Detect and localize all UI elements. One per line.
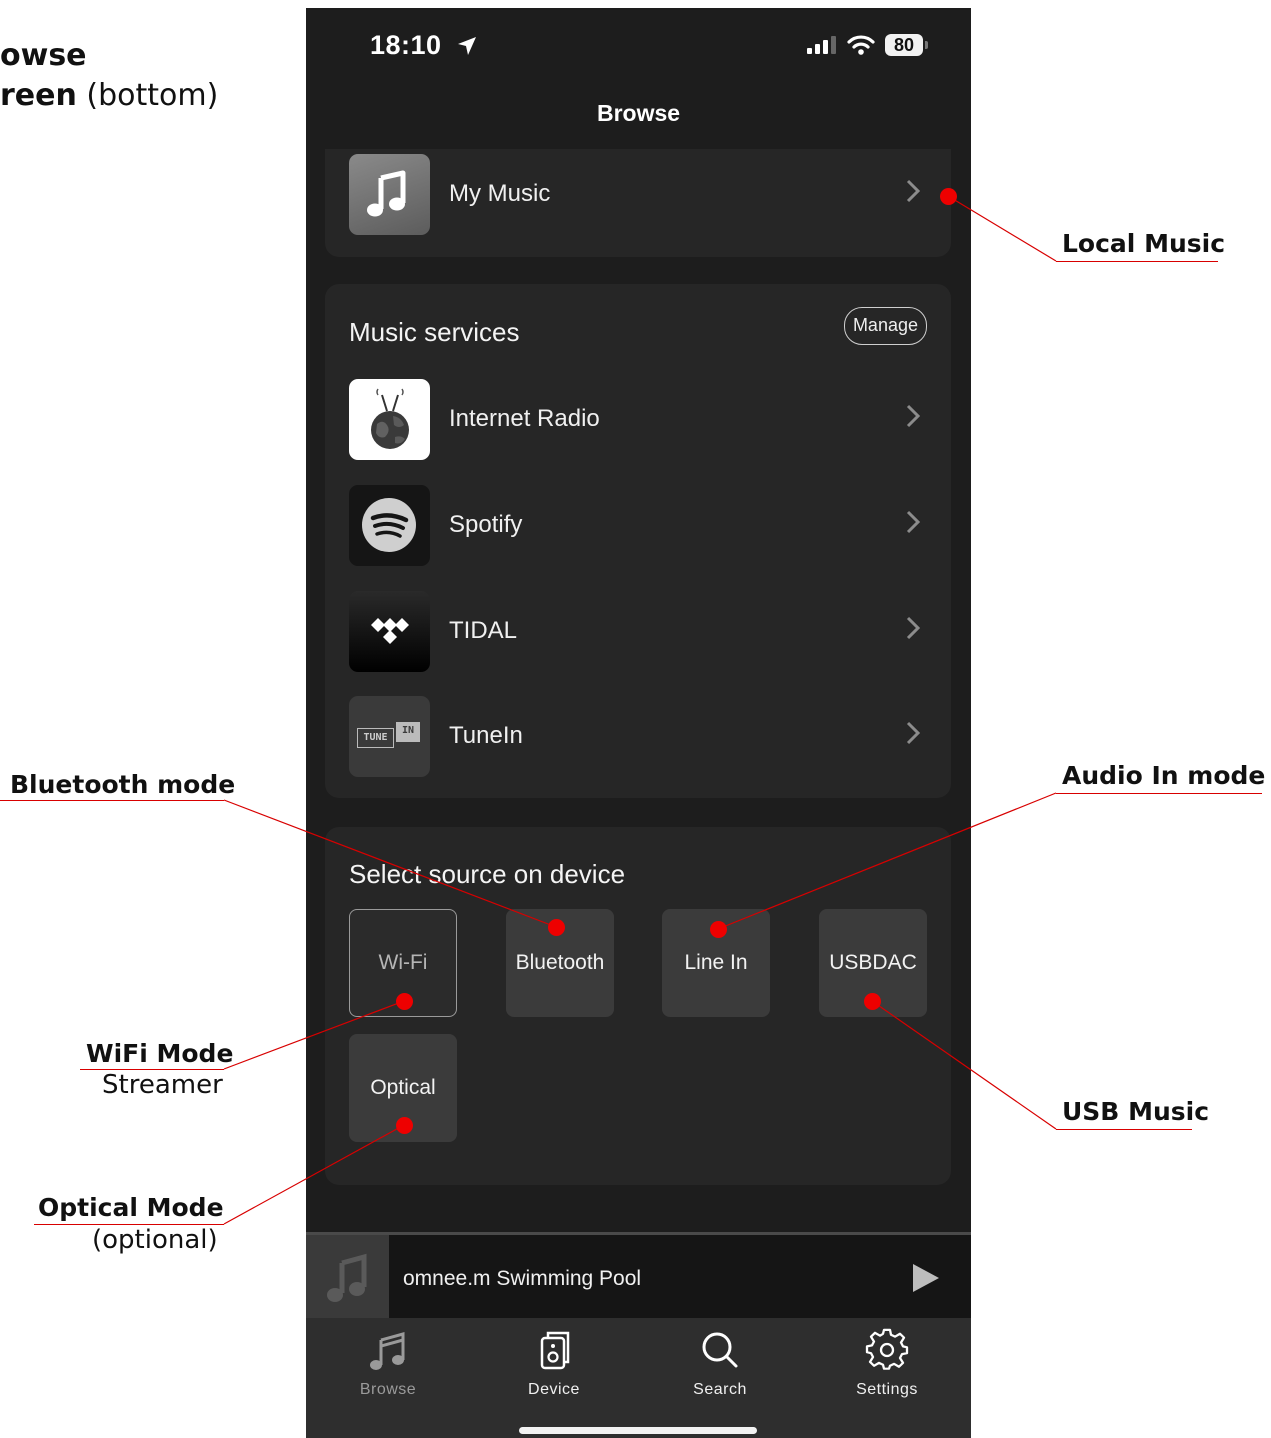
annotation-dot-usbdac xyxy=(864,993,881,1010)
status-time-text: 18:10 xyxy=(370,30,442,60)
annotation-browse-title: owse xyxy=(0,38,87,73)
service-row-spotify[interactable]: Spotify xyxy=(349,485,927,567)
service-row-tunein[interactable]: TUNE IN TuneIn xyxy=(349,696,927,778)
battery-indicator: 80 xyxy=(885,34,928,56)
search-icon xyxy=(702,1332,738,1368)
status-time: 18:10 xyxy=(370,30,478,61)
annotation-browse-position: (bottom) xyxy=(76,78,219,113)
my-music-icon xyxy=(349,154,430,235)
annotation-audio-in-mode: Audio In mode xyxy=(1062,761,1266,790)
chevron-right-icon xyxy=(906,616,921,640)
speaker-icon xyxy=(540,1331,570,1370)
select-source-card: Select source on device Wi-Fi Bluetooth … xyxy=(325,827,951,1185)
music-services-card: Music services Manage Internet Radio Spo… xyxy=(325,284,951,798)
music-note-icon xyxy=(327,1253,367,1302)
tab-device[interactable]: Device xyxy=(494,1328,614,1399)
music-services-title: Music services xyxy=(349,317,520,347)
annotation-dot-line-in xyxy=(710,921,727,938)
tab-label: Browse xyxy=(359,1381,417,1398)
my-music-label: My Music xyxy=(449,180,551,207)
tab-label: Device xyxy=(528,1381,580,1398)
gear-icon xyxy=(865,1328,909,1370)
home-indicator xyxy=(519,1427,757,1434)
wifi-icon xyxy=(847,35,875,55)
tab-label: Search xyxy=(693,1381,747,1398)
tunein-icon: TUNE IN xyxy=(349,696,430,777)
chevron-right-icon xyxy=(906,404,921,428)
service-label: Spotify xyxy=(449,511,523,538)
service-label: TIDAL xyxy=(449,617,518,644)
mini-player[interactable]: omnee.m Swimming Pool xyxy=(306,1232,971,1321)
annotation-bluetooth-mode: Bluetooth mode xyxy=(10,770,236,799)
annotation-dot-local-music xyxy=(940,188,957,205)
now-playing-title: omnee.m Swimming Pool xyxy=(403,1267,642,1290)
chevron-right-icon xyxy=(906,510,921,534)
my-music-card: My Music xyxy=(325,149,951,257)
annotation-browse-subtitle: reen (bottom) xyxy=(0,78,218,113)
status-indicators: 80 xyxy=(807,34,928,56)
annotation-optical-mode: Optical Mode xyxy=(38,1193,224,1222)
annotation-usb-music: USB Music xyxy=(1062,1097,1210,1126)
tab-search[interactable]: Search xyxy=(660,1328,780,1399)
location-arrow-icon xyxy=(457,37,476,55)
service-row-internet-radio[interactable]: Internet Radio xyxy=(349,379,927,461)
annotation-underline xyxy=(1056,793,1262,794)
service-label: TuneIn xyxy=(449,722,523,749)
tab-bar: Browse Device Search Settings xyxy=(306,1318,971,1438)
service-label: Internet Radio xyxy=(449,405,600,432)
select-source-title: Select source on device xyxy=(349,859,626,889)
internet-radio-icon xyxy=(349,379,430,460)
annotation-underline xyxy=(0,800,224,801)
chevron-right-icon xyxy=(906,721,921,745)
music-note-icon xyxy=(370,1332,405,1370)
annotation-dot-bluetooth xyxy=(548,919,565,936)
annotation-local-music: Local Music xyxy=(1062,229,1226,258)
tab-settings[interactable]: Settings xyxy=(827,1328,947,1399)
page-title: Browse xyxy=(596,100,681,126)
annotation-underline xyxy=(1056,1129,1192,1130)
tunein-logo-left: TUNE xyxy=(357,728,394,748)
tab-label: Settings xyxy=(856,1381,918,1398)
tab-browse[interactable]: Browse xyxy=(328,1328,448,1399)
annotation-underline xyxy=(1056,261,1218,262)
annotation-wifi-sub: Streamer xyxy=(102,1070,223,1100)
chevron-right-icon xyxy=(906,179,921,203)
phone-screen: 18:10 80 Browse My Music Music services … xyxy=(306,8,971,1438)
manage-button[interactable]: Manage xyxy=(843,307,927,345)
spotify-icon xyxy=(349,485,430,566)
cellular-signal-icon xyxy=(807,36,836,54)
tidal-icon xyxy=(349,591,430,672)
service-row-tidal[interactable]: TIDAL xyxy=(349,591,927,673)
album-art-placeholder xyxy=(306,1235,389,1321)
annotation-dot-optical xyxy=(396,1117,413,1134)
my-music-row[interactable]: My Music xyxy=(349,154,927,236)
tunein-logo-right: IN xyxy=(396,722,420,742)
play-icon[interactable] xyxy=(911,1263,941,1293)
annotation-dot-wifi xyxy=(396,993,413,1010)
annotation-browse-screen-word: reen xyxy=(0,78,77,113)
annotation-optical-sub: (optional) xyxy=(92,1225,218,1255)
annotation-wifi-mode: WiFi Mode xyxy=(86,1039,234,1068)
